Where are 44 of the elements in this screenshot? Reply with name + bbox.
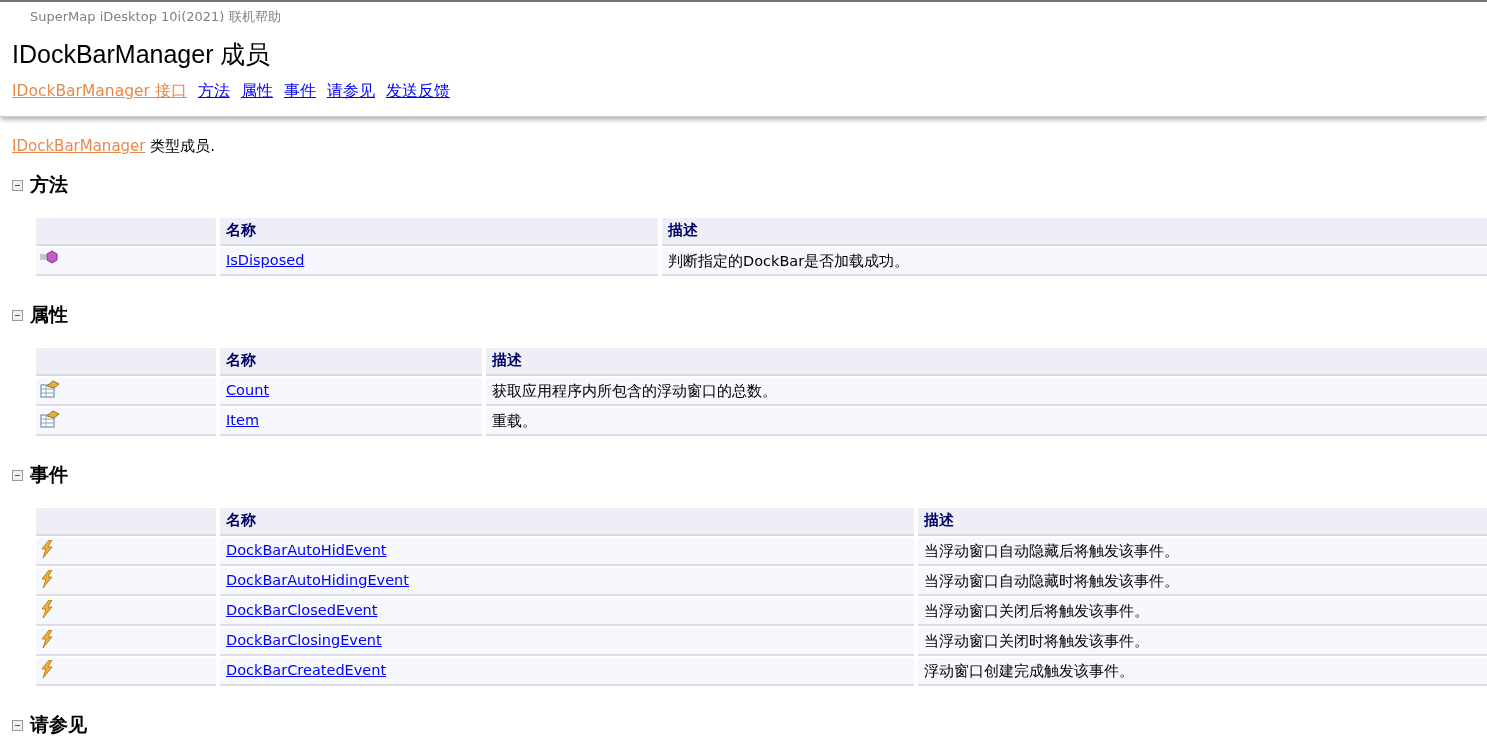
lightning-icon bbox=[40, 600, 54, 618]
collapse-icon[interactable] bbox=[12, 719, 23, 731]
lightning-icon bbox=[40, 630, 54, 648]
lightning-icon bbox=[40, 660, 54, 678]
lightning-icon bbox=[40, 570, 54, 588]
member-link[interactable]: DockBarClosedEvent bbox=[226, 602, 378, 618]
nav-link[interactable]: 发送反馈 bbox=[385, 81, 450, 102]
nav-link[interactable]: 请参见 bbox=[326, 81, 375, 102]
column-header: 名称 bbox=[220, 218, 658, 246]
member-link[interactable]: DockBarClosingEvent bbox=[226, 632, 382, 648]
description-cell: 获取应用程序内所包含的浮动窗口的总数。 bbox=[486, 378, 1487, 406]
description-cell: 浮动窗口创建完成触发该事件。 bbox=[918, 658, 1487, 686]
column-header: 描述 bbox=[486, 348, 1487, 376]
section-heading: 请参见 bbox=[30, 712, 87, 737]
description-cell: 当浮动窗口关闭时将触发该事件。 bbox=[918, 628, 1487, 656]
section-heading: 事件 bbox=[30, 462, 68, 487]
column-header: 名称 bbox=[220, 348, 482, 376]
page-title: IDockBarManager 成员 bbox=[12, 39, 272, 70]
section-heading: 属性 bbox=[30, 302, 68, 327]
description-cell: 当浮动窗口自动隐藏后将触发该事件。 bbox=[918, 538, 1487, 566]
product-title: SuperMap iDesktop 10i(2021) 联机帮助 bbox=[29, 8, 282, 26]
description-cell: 当浮动窗口自动隐藏时将触发该事件。 bbox=[918, 568, 1487, 596]
column-header: 描述 bbox=[662, 218, 1487, 246]
cube-icon bbox=[40, 250, 58, 264]
member-link[interactable]: DockBarAutoHidingEvent bbox=[226, 572, 409, 588]
member-link[interactable]: Count bbox=[226, 382, 270, 398]
description-cell: 当浮动窗口关闭后将触发该事件。 bbox=[918, 598, 1487, 626]
column-header: 描述 bbox=[918, 508, 1487, 536]
column-header: 名称 bbox=[220, 508, 914, 536]
member-link[interactable]: DockBarAutoHidEvent bbox=[226, 542, 387, 558]
lightning-icon bbox=[40, 540, 54, 558]
collapse-icon[interactable] bbox=[12, 309, 23, 321]
description-cell: 判断指定的DockBar是否加载成功。 bbox=[662, 248, 1487, 276]
nav-link[interactable]: 属性 bbox=[240, 81, 273, 102]
description-cell: 重载。 bbox=[486, 408, 1487, 436]
collapse-icon[interactable] bbox=[12, 469, 23, 481]
member-link[interactable]: Item bbox=[226, 412, 259, 428]
collapse-icon[interactable] bbox=[12, 179, 23, 191]
member-link[interactable]: DockBarCreatedEvent bbox=[226, 662, 387, 678]
section-heading: 方法 bbox=[30, 172, 68, 197]
nav-link[interactable]: 方法 bbox=[197, 81, 230, 102]
nav-link[interactable]: 事件 bbox=[283, 81, 316, 102]
intro-text: IDockBarManager 类型成员. bbox=[12, 137, 217, 156]
member-link[interactable]: IsDisposed bbox=[226, 252, 305, 268]
